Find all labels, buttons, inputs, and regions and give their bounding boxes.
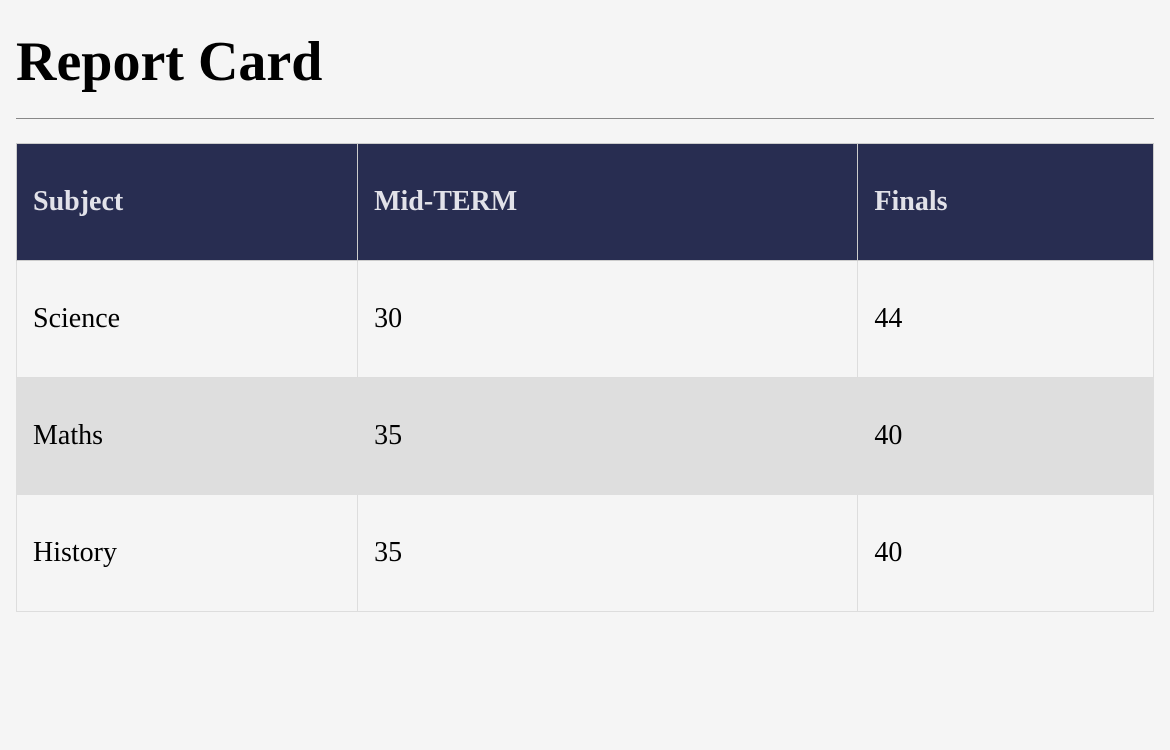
header-midterm: Mid-TERM [358,144,858,261]
header-finals: Finals [858,144,1154,261]
cell-finals: 40 [858,378,1154,495]
cell-midterm: 30 [358,261,858,378]
table-row: Maths 35 40 [17,378,1154,495]
cell-subject: Science [17,261,358,378]
cell-subject: Maths [17,378,358,495]
cell-midterm: 35 [358,378,858,495]
page-title: Report Card [16,30,1154,94]
table-row: Science 30 44 [17,261,1154,378]
table-header-row: Subject Mid-TERM Finals [17,144,1154,261]
report-card-table: Subject Mid-TERM Finals Science 30 44 Ma… [16,143,1154,612]
divider [16,118,1154,119]
table-row: History 35 40 [17,495,1154,612]
header-subject: Subject [17,144,358,261]
cell-subject: History [17,495,358,612]
cell-finals: 44 [858,261,1154,378]
cell-midterm: 35 [358,495,858,612]
cell-finals: 40 [858,495,1154,612]
